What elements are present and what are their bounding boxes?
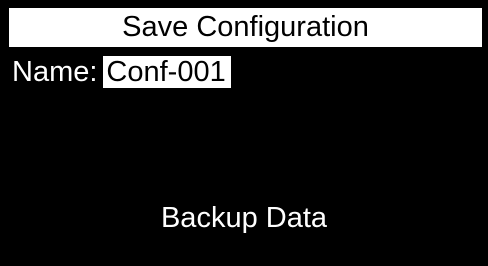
backup-data-label: Backup Data xyxy=(160,202,328,234)
name-row: Name: Conf-001 xyxy=(12,56,231,88)
page-title: Save Configuration xyxy=(122,11,369,43)
backup-data-button[interactable]: Backup Data xyxy=(0,198,488,238)
lcd-screen: Save Configuration Name: Conf-001 Backup… xyxy=(0,0,488,266)
name-field[interactable]: Conf-001 xyxy=(103,56,231,88)
title-bar: Save Configuration xyxy=(9,8,482,47)
name-label: Name: xyxy=(12,56,98,88)
